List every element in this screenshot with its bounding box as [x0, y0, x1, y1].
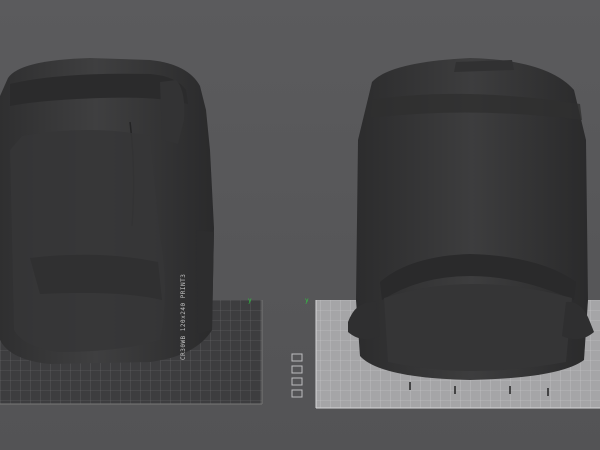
left-plate-side-label: CR30WB 120x240 PRINT3 — [180, 273, 187, 360]
right-plate-axis-label: y — [305, 297, 309, 304]
build-scene — [0, 58, 600, 409]
right-printed-model[interactable] — [348, 58, 594, 380]
plate-markers — [291, 353, 303, 398]
left-plate-axis-label: y — [248, 297, 252, 304]
3d-viewport[interactable]: CR30WB 120x240 PRINT3 y y — [0, 0, 600, 450]
